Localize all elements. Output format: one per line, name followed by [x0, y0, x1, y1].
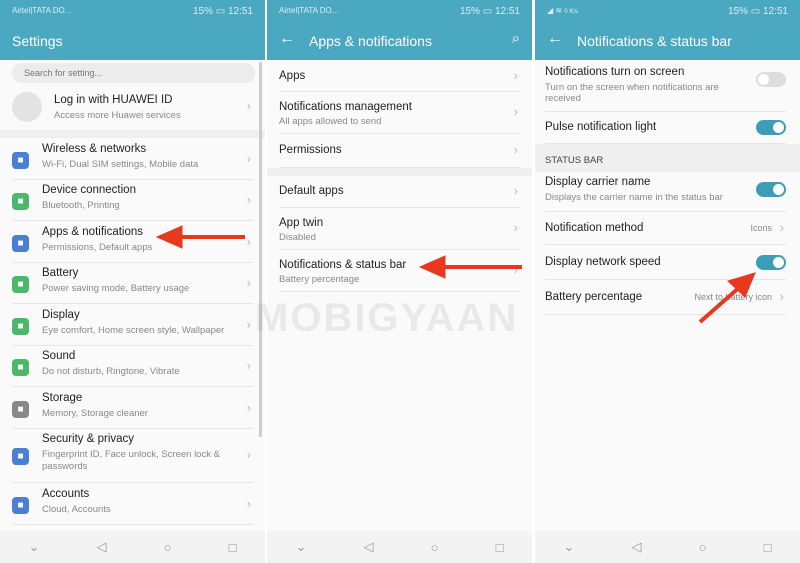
arrow-apps [155, 225, 245, 249]
arrow-network-speed [698, 272, 756, 324]
arrow-status-bar [418, 255, 522, 279]
annotation-arrows [155, 225, 756, 324]
